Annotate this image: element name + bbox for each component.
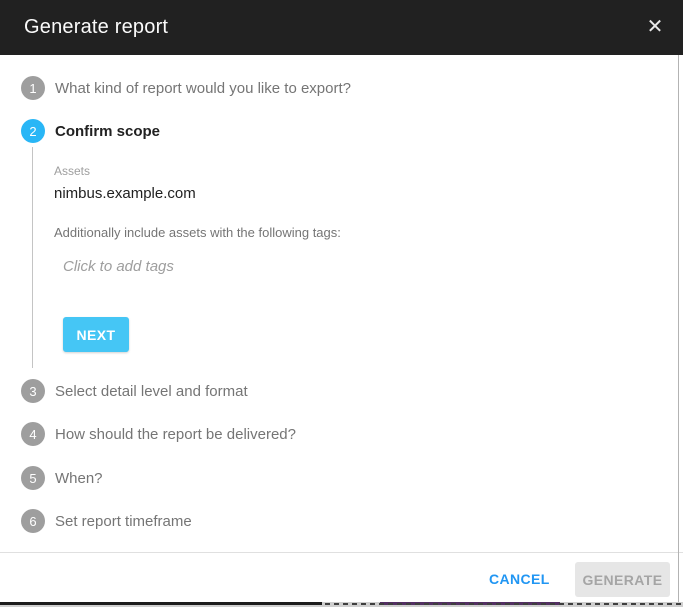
assets-label: Assets xyxy=(54,164,90,178)
step-3-number-badge: 3 xyxy=(21,379,45,403)
step-2-confirm-scope[interactable]: 2 Confirm scope xyxy=(21,119,160,143)
step-1-label: What kind of report would you like to ex… xyxy=(55,80,351,97)
generate-button[interactable]: GENERATE xyxy=(575,562,670,597)
assets-value: nimbus.example.com xyxy=(54,185,196,202)
cancel-button[interactable]: CANCEL xyxy=(481,562,558,597)
step-2-number-badge: 2 xyxy=(21,119,45,143)
step-2-label: Confirm scope xyxy=(55,123,160,140)
scrollbar-track-line xyxy=(678,55,679,607)
step-5-label: When? xyxy=(55,470,103,487)
tags-input[interactable] xyxy=(63,258,343,275)
step-5-number-badge: 5 xyxy=(21,466,45,490)
background-page-strip xyxy=(0,602,683,607)
footer-divider xyxy=(0,552,683,553)
background-dark-segment xyxy=(0,602,322,605)
step-4-label: How should the report be delivered? xyxy=(55,426,296,443)
step-1-report-kind[interactable]: 1 What kind of report would you like to … xyxy=(21,76,351,100)
step-4-number-badge: 4 xyxy=(21,422,45,446)
tags-instruction-label: Additionally include assets with the fol… xyxy=(54,225,341,240)
step-3-label: Select detail level and format xyxy=(55,383,248,400)
dialog-title: Generate report xyxy=(24,16,168,39)
dialog-header: Generate report ✕ xyxy=(0,0,683,55)
step-3-detail-level[interactable]: 3 Select detail level and format xyxy=(21,379,248,403)
step-connector-line xyxy=(32,147,33,368)
step-1-number-badge: 1 xyxy=(21,76,45,100)
step-6-number-badge: 6 xyxy=(21,509,45,533)
step-4-delivery[interactable]: 4 How should the report be delivered? xyxy=(21,422,296,446)
close-icon[interactable]: ✕ xyxy=(642,14,668,40)
step-6-label: Set report timeframe xyxy=(55,513,192,530)
step-5-when[interactable]: 5 When? xyxy=(21,466,103,490)
next-button[interactable]: NEXT xyxy=(63,317,129,352)
background-text-fragments xyxy=(325,603,683,605)
step-6-timeframe[interactable]: 6 Set report timeframe xyxy=(21,509,192,533)
